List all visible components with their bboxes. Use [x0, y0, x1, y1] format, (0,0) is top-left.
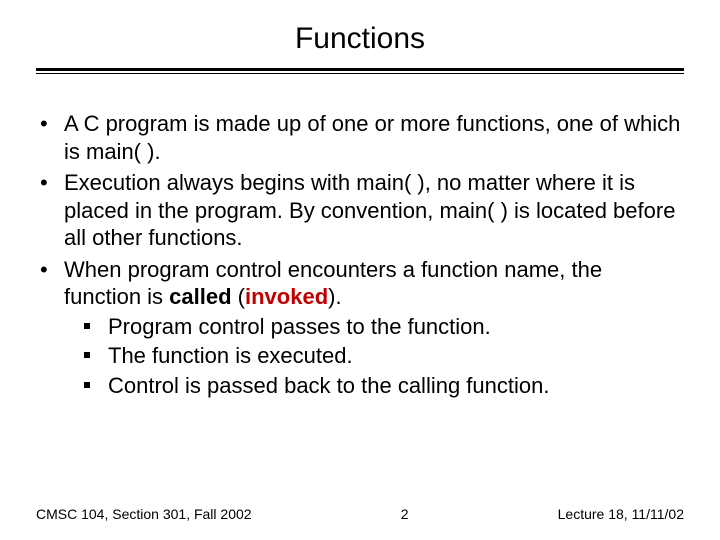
bullet-item: Execution always begins with main( ), no… [36, 169, 684, 252]
sub-bullet-list: Program control passes to the function. … [64, 313, 684, 400]
footer-left: CMSC 104, Section 301, Fall 2002 [36, 506, 252, 522]
title-rule [36, 68, 684, 74]
sub-bullet-text: The function is executed. [108, 343, 353, 368]
bold-called: called [169, 284, 231, 309]
sub-bullet-item: Program control passes to the function. [76, 313, 684, 341]
footer-right: Lecture 18, 11/11/02 [558, 506, 684, 522]
rule-thin [36, 73, 684, 74]
bullet-text: ( [232, 284, 245, 309]
bullet-item: A C program is made up of one or more fu… [36, 110, 684, 165]
bullet-text: Execution always begins with main( ), no… [64, 170, 675, 250]
bullet-text: A C program is made up of one or more fu… [64, 111, 680, 164]
slide-title: Functions [36, 22, 684, 56]
content-area: A C program is made up of one or more fu… [36, 110, 684, 399]
bullet-text: ). [328, 284, 341, 309]
sub-bullet-text: Control is passed back to the calling fu… [108, 373, 549, 398]
bullet-item: When program control encounters a functi… [36, 256, 684, 400]
bullet-list: A C program is made up of one or more fu… [36, 110, 684, 399]
sub-bullet-text: Program control passes to the function. [108, 314, 491, 339]
footer-page-number: 2 [401, 506, 409, 522]
rule-thick [36, 68, 684, 71]
invoked-text: invoked [245, 284, 328, 309]
sub-bullet-item: The function is executed. [76, 342, 684, 370]
sub-bullet-item: Control is passed back to the calling fu… [76, 372, 684, 400]
footer: CMSC 104, Section 301, Fall 2002 2 Lectu… [0, 506, 720, 522]
slide: Functions A C program is made up of one … [0, 0, 720, 540]
